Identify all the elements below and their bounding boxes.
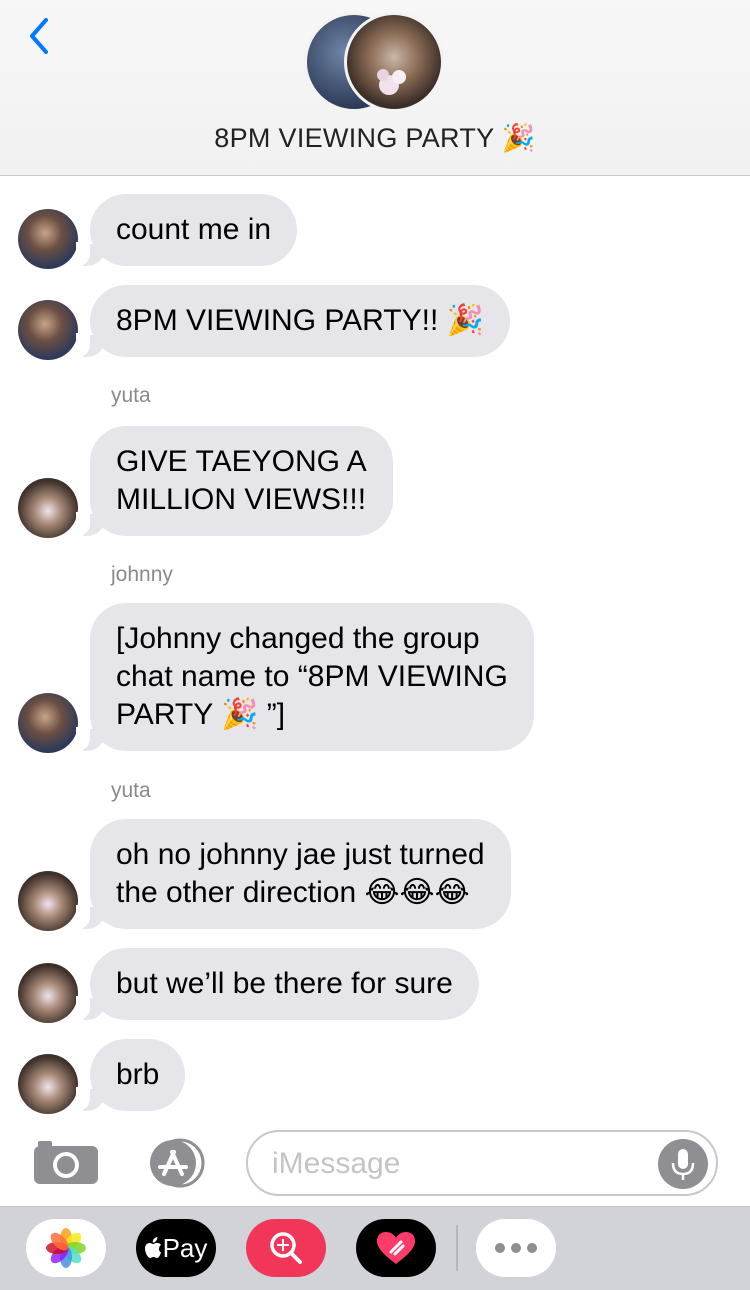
conversation-title[interactable]: 8PM VIEWING PARTY 🎉 [0,122,750,154]
group-avatar-stack[interactable] [304,12,446,112]
message-bubble[interactable]: but we’ll be there for sure [76,948,479,1020]
message-bubble[interactable]: GIVE TAEYONG A MILLION VIEWS!!! [76,426,393,536]
more-apps-button[interactable] [476,1219,556,1277]
sender-name: yuta [111,384,151,407]
photos-icon [46,1228,86,1268]
avatar[interactable] [18,693,78,753]
avatar[interactable] [18,209,78,269]
avatar[interactable] [18,478,78,538]
apple-pay-button[interactable]: Pay [136,1219,216,1277]
sender-name: yuta [111,779,151,802]
message-bubble[interactable]: 8PM VIEWING PARTY!! 🎉 [76,285,510,357]
avatar[interactable] [18,871,78,931]
sender-name: johnny [111,563,173,586]
message-bubble[interactable]: brb [75,1039,186,1111]
apple-pay-label: Pay [162,1232,208,1263]
app-store-icon[interactable] [140,1138,212,1188]
group-member-avatar [344,12,444,112]
digital-touch-button[interactable] [356,1219,436,1277]
digital-touch-icon [377,1232,415,1264]
message-bubble[interactable]: [Johnny changed the group chat name to “… [76,603,534,751]
avatar[interactable] [18,1054,78,1114]
images-search-button[interactable] [246,1219,326,1277]
chevron-left-icon[interactable] [24,14,56,58]
microphone-icon[interactable] [658,1139,708,1189]
imessage-text-field[interactable] [272,1144,652,1184]
app-drawer: Pay [0,1206,750,1290]
photos-app-button[interactable] [26,1219,106,1277]
images-search-icon [270,1232,302,1264]
flower-decoration [377,69,406,95]
avatar[interactable] [18,300,78,360]
drawer-divider [456,1225,458,1271]
apple-pay-icon [144,1237,161,1258]
message-bubble[interactable]: oh no johnny jae just turned the other d… [76,819,511,929]
camera-icon[interactable] [32,1138,100,1186]
more-icon [495,1243,537,1253]
avatar[interactable] [18,963,78,1023]
message-input[interactable] [246,1130,718,1196]
composer-bar [0,1118,750,1206]
conversation-header: 8PM VIEWING PARTY 🎉 [0,0,750,176]
message-bubble[interactable]: count me in [75,194,298,266]
message-list: count me in 8PM VIEWING PARTY!! 🎉 yuta G… [0,177,750,1117]
